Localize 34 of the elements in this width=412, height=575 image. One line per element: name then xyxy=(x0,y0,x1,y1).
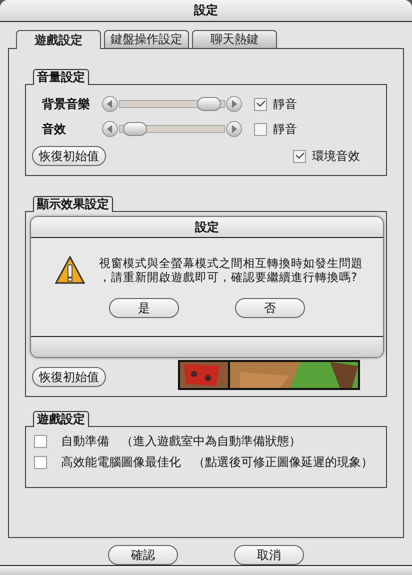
checkbox-label: 高效能電腦圖像最佳化 xyxy=(61,454,181,471)
dialog-message: 視窗模式與全螢幕模式之間相互轉換時如發生問題 ，請重新開啟遊戲即可，確認要繼續進行轉換嗎? xyxy=(99,256,363,284)
dialog-button[interactable]: 是 xyxy=(109,298,179,318)
slider-thumb[interactable] xyxy=(123,122,148,136)
checkbox-label: 環境音效 xyxy=(312,148,361,164)
checkbox[interactable] xyxy=(34,435,47,448)
warning-icon xyxy=(55,256,85,284)
option-note: （進入遊戲室中為自動準備狀態） xyxy=(121,433,301,450)
checkbox[interactable] xyxy=(293,150,306,162)
tab[interactable]: 遊戲設定 xyxy=(16,30,101,49)
window-title: 設定 xyxy=(0,0,412,22)
checkbox[interactable] xyxy=(254,98,267,110)
checkbox-label: 靜音 xyxy=(273,120,297,138)
checkbox[interactable] xyxy=(254,122,267,136)
slider-thumb[interactable] xyxy=(196,97,221,111)
checkbox[interactable] xyxy=(34,456,47,469)
group-title: 遊戲設定 xyxy=(33,411,89,427)
slider-label: 音效 xyxy=(42,120,67,138)
slider[interactable] xyxy=(119,122,225,136)
dialog-button[interactable]: 取消 xyxy=(234,545,304,565)
dialog-button[interactable]: 確認 xyxy=(108,545,178,565)
checkbox-label: 靜音 xyxy=(273,96,297,112)
tab[interactable]: 鍵盤操作設定 xyxy=(104,30,189,48)
group-title: 音量設定 xyxy=(33,69,89,85)
checkbox-label: 自動準備 xyxy=(61,433,109,450)
slider[interactable] xyxy=(119,97,225,111)
dialog-button[interactable]: 否 xyxy=(235,298,305,318)
dialog-title: 設定 xyxy=(31,217,383,238)
group-title: 顯示效果設定 xyxy=(33,196,113,212)
reset-button[interactable]: 恢復初始值 xyxy=(32,146,106,166)
reset-button[interactable]: 恢復初始值 xyxy=(32,367,106,387)
tab[interactable]: 聊天熱鍵 xyxy=(192,30,277,48)
option-note: （點選後可修正圖像延遲的現象） xyxy=(193,454,373,471)
slider-label: 背景音樂 xyxy=(42,96,91,112)
